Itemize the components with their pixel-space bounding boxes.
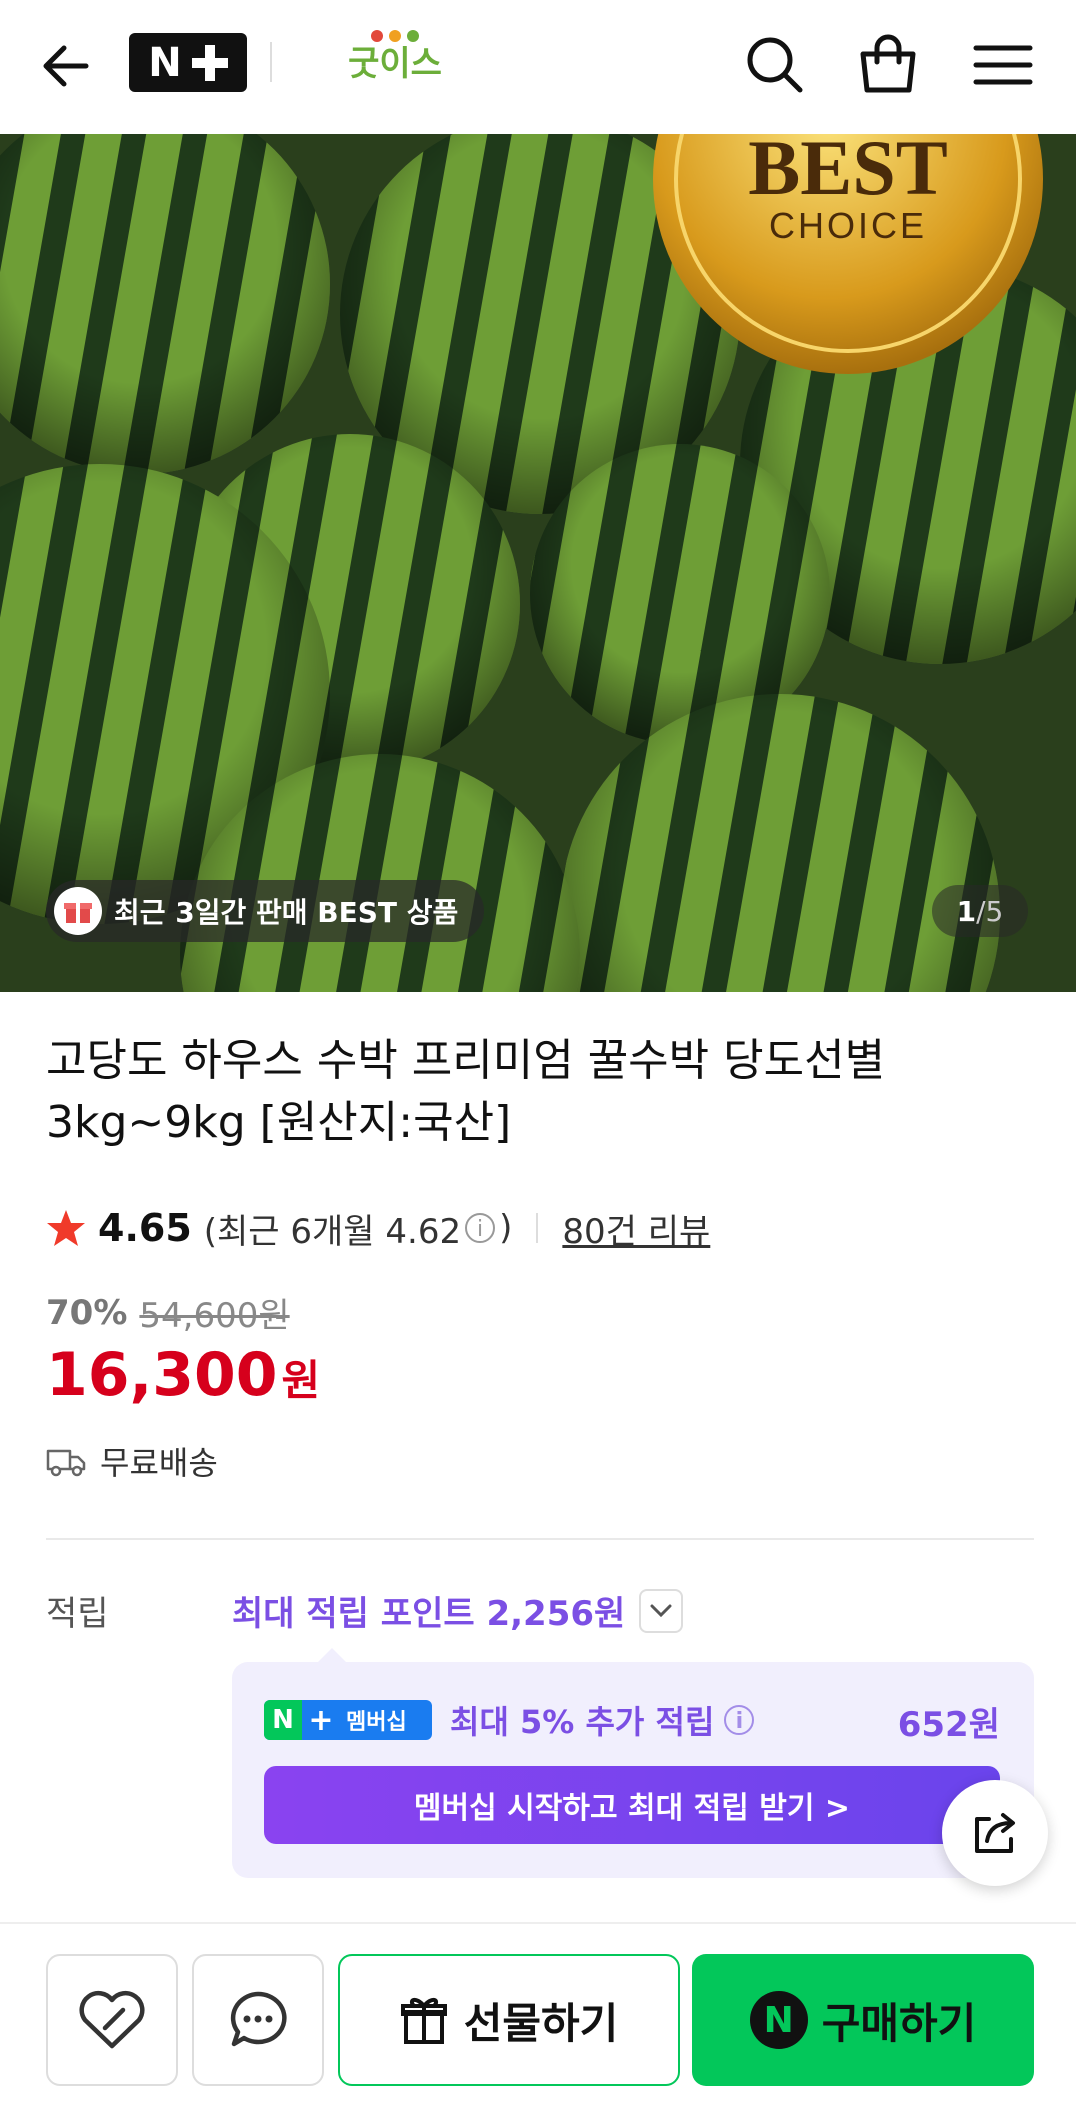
max-points-text: 최대 적립 포인트 2,256원: [232, 1594, 626, 1634]
seal-best-text: BEST: [748, 134, 947, 211]
store-name: 굿이스: [348, 44, 442, 84]
store-logo[interactable]: 굿이스: [345, 30, 445, 95]
price-unit: 원: [281, 1356, 321, 1405]
wishlist-button[interactable]: [46, 1954, 178, 2086]
nplus-logo-n: N: [148, 39, 184, 86]
review-link[interactable]: 80건 리뷰: [562, 1204, 710, 1253]
info-icon[interactable]: i: [465, 1213, 496, 1243]
recent-rating-text: (최근 6개월 4.62: [203, 1211, 462, 1252]
membership-promo-text: 최대 5% 추가 적립: [450, 1703, 715, 1741]
max-points-toggle[interactable]: 최대 적립 포인트 2,256원: [232, 1586, 684, 1635]
info-icon[interactable]: i: [724, 1705, 755, 1735]
nplus-logo[interactable]: N: [129, 33, 247, 92]
shipping-row: 무료배송: [46, 1438, 218, 1484]
section-divider: [46, 1538, 1034, 1540]
heart-icon: [79, 1990, 145, 2049]
image-counter: 1 / 5: [932, 885, 1028, 937]
watermelon-photo: BEST CHOICE: [0, 134, 1076, 992]
membership-start-button[interactable]: 멤버십 시작하고 최대 적립 받기 >: [264, 1766, 1000, 1844]
buy-button[interactable]: N 구매하기: [692, 1954, 1034, 2086]
buy-button-label: 구매하기: [821, 1998, 977, 2048]
back-button[interactable]: [36, 34, 100, 98]
membership-badge-text: 멤버십: [346, 1710, 407, 1735]
best-seller-badge: 최근 3일간 판매 BEST 상품: [46, 880, 485, 942]
price-row: 16,300 원: [46, 1340, 320, 1410]
seal-choice-text: CHOICE: [769, 205, 927, 246]
cart-button[interactable]: [853, 30, 923, 100]
shipping-text: 무료배송: [100, 1444, 218, 1482]
original-price: 54,600원: [139, 1296, 290, 1336]
product-title: 고당도 하우스 수박 프리미엄 꿀수박 당도선별 3kg~9kg [원산지:국산…: [46, 1035, 886, 1148]
chat-button[interactable]: [192, 1954, 324, 2086]
membership-badge-n: N: [264, 1700, 302, 1740]
sale-price: 16,300: [46, 1340, 278, 1410]
chevron-down-icon[interactable]: [639, 1588, 684, 1633]
membership-badge: N + 멤버십: [264, 1700, 432, 1740]
counter-total: 5: [985, 894, 1004, 928]
rating-row: 4.65 (최근 6개월 4.62 i ) 80건 리뷰: [46, 1198, 710, 1258]
gift-button[interactable]: 선물하기: [338, 1954, 680, 2086]
membership-badge-plus: +: [308, 1702, 334, 1738]
shopping-bag-icon: [860, 34, 916, 93]
points-label: 적립: [46, 1594, 109, 1634]
discount-rate: 70%: [46, 1292, 128, 1333]
naver-pay-icon: N: [749, 1991, 808, 2049]
search-icon: [747, 37, 803, 93]
membership-promo-amount: 652원: [897, 1705, 1000, 1745]
delivery-truck-icon: [46, 1449, 86, 1477]
star-icon: [47, 1210, 85, 1246]
rating-divider: [536, 1213, 539, 1243]
counter-current: 1: [956, 894, 977, 928]
gift-button-label: 선물하기: [463, 1998, 619, 2048]
header-divider: [270, 42, 272, 82]
rating-value: 4.65: [98, 1206, 192, 1250]
counter-separator: /: [976, 894, 986, 928]
share-button[interactable]: [942, 1780, 1048, 1886]
membership-promo: 최대 5% 추가 적립 i: [450, 1697, 758, 1743]
product-image[interactable]: BEST CHOICE: [0, 134, 1076, 992]
recent-rating-close: ): [499, 1208, 513, 1248]
share-icon: [975, 1813, 1015, 1853]
chat-bubble-icon: [230, 1991, 287, 2047]
gift-icon: [400, 1998, 447, 2044]
promo-pointer: [318, 1648, 346, 1662]
hamburger-menu-icon: [973, 45, 1033, 85]
discount-row: 70% 54,600원: [46, 1288, 290, 1337]
menu-button[interactable]: [968, 30, 1038, 100]
plus-icon: [191, 44, 228, 81]
back-arrow-icon: [43, 45, 89, 87]
gift-box-icon: [54, 887, 102, 935]
best-seller-text: 최근 3일간 판매 BEST 상품: [114, 896, 459, 929]
store-logo-dots: [345, 30, 445, 42]
search-button[interactable]: [740, 30, 810, 100]
